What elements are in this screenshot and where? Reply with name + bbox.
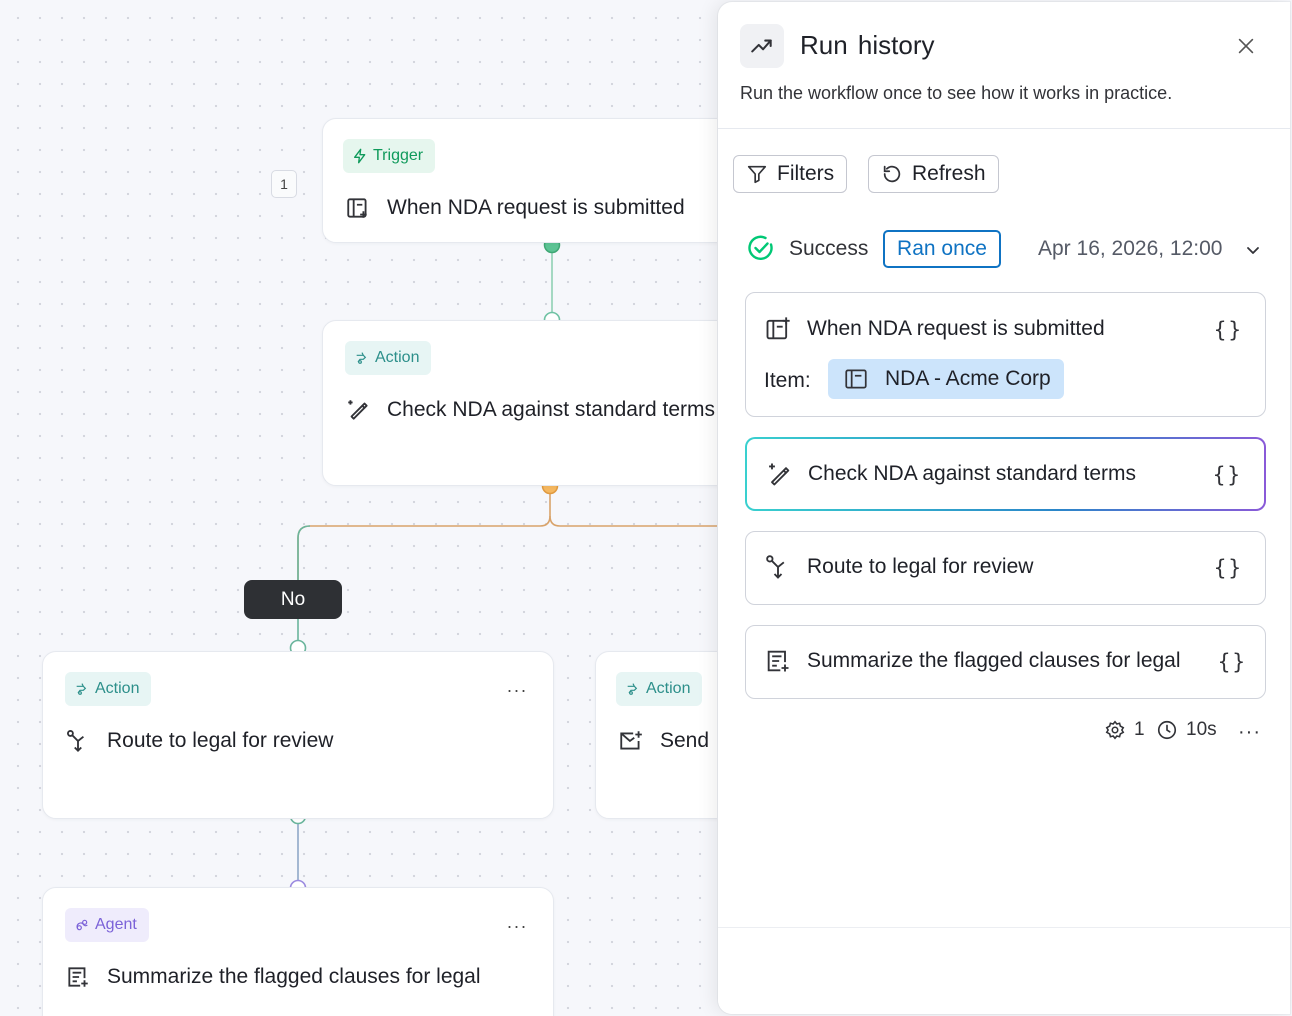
run-credits: 1 [1104, 719, 1145, 741]
panel-description: Run the workflow once to see how it work… [740, 83, 1173, 103]
run-step-card-trigger[interactable]: When NDA request is submitted {} Item: N… [745, 292, 1266, 417]
connector-branch-no-orange [297, 486, 551, 580]
action-icon [627, 683, 638, 695]
magic-pen-icon [769, 463, 790, 486]
check-node-title: Check NDA against standard terms [345, 397, 715, 423]
send-email-icon [620, 731, 642, 750]
refresh-button-label: Refresh [912, 162, 986, 185]
agent-node-menu-button[interactable]: ··· [503, 916, 531, 936]
trigger-node-title-text: When NDA request is submitted [387, 196, 685, 219]
trigger-tag-label: Trigger [373, 147, 424, 164]
filter-icon [747, 165, 767, 184]
magic-pen-icon [348, 400, 368, 420]
run-step-row: Check NDA against standard terms [765, 460, 1136, 488]
run-step-row: Route to legal for review [764, 553, 1033, 581]
filters-button-label: Filters [777, 162, 835, 185]
check-action-tag-label: Action [375, 349, 420, 366]
agent-icon [76, 919, 88, 931]
panel-footer [718, 927, 1290, 1014]
connector-branch-no-green [297, 525, 311, 580]
agent-node-title: Summarize the flagged clauses for legal [65, 964, 481, 990]
agent-tag-label: Agent [95, 916, 137, 933]
send-action-tag-label: Action [646, 680, 691, 697]
view-json-button[interactable]: {} [1214, 556, 1243, 580]
panel-title: Run history [800, 30, 935, 60]
refresh-icon [883, 165, 901, 183]
route-action-tag: Action [65, 672, 152, 706]
run-step-row: Summarize the flagged clauses for legal [764, 647, 1181, 675]
gear-icon [1105, 720, 1125, 740]
run-step-label: When NDA request is submitted [807, 317, 1105, 340]
run-step-label: Check NDA against standard terms [808, 462, 1136, 485]
trigger-tag: Trigger [343, 139, 436, 173]
run-step-card-summarize[interactable]: Summarize the flagged clauses for legal … [745, 625, 1266, 699]
send-action-tag: Action [616, 672, 703, 706]
run-step-label: Route to legal for review [807, 555, 1034, 578]
ran-once-badge: Ran once [883, 230, 1001, 268]
route-action-tag-label: Action [95, 680, 140, 697]
route-legal-node[interactable]: Action ··· Route to legal for review [42, 651, 554, 819]
item-chip[interactable]: NDA - Acme Corp [828, 359, 1064, 399]
run-status: Success [789, 237, 869, 260]
item-chip-label: NDA - Acme Corp [885, 367, 1051, 390]
agent-node-title-text: Summarize the flagged clauses for legal [107, 965, 481, 988]
trigger-board-icon [766, 317, 790, 340]
summarize-icon [68, 967, 88, 987]
success-check-icon [748, 235, 773, 260]
run-history-panel: Run history Run the workflow once to see… [718, 2, 1290, 1014]
run-step-card-check[interactable]: Check NDA against standard terms {} [745, 437, 1266, 511]
clock-icon [1157, 720, 1177, 740]
route-icon [766, 555, 785, 579]
chevron-down-icon[interactable] [1243, 240, 1263, 260]
step-number-badge: 1 [271, 170, 297, 198]
run-step-label: Summarize the flagged clauses for legal [807, 649, 1181, 672]
action-icon [356, 352, 367, 364]
trigger-node[interactable]: Trigger When NDA request is submitted [322, 118, 782, 243]
action-icon [76, 683, 87, 695]
summarize-icon [767, 650, 789, 672]
item-board-icon [845, 369, 867, 389]
run-duration: 10s [1156, 719, 1217, 741]
panel-header-icon-box [740, 24, 784, 68]
view-json-button[interactable]: {} [1214, 318, 1243, 342]
route-node-menu-button[interactable]: ··· [503, 680, 531, 700]
branch-no-label[interactable]: No [244, 580, 342, 619]
trend-icon [751, 39, 772, 53]
close-icon[interactable] [1235, 35, 1257, 57]
panel-divider [718, 128, 1290, 129]
route-node-title: Route to legal for review [65, 728, 333, 754]
check-action-tag: Action [345, 341, 432, 375]
trigger-node-title: When NDA request is submitted [345, 195, 685, 221]
agent-tag: Agent [65, 908, 149, 942]
run-step-row: When NDA request is submitted [764, 315, 1105, 343]
view-json-button[interactable]: {} [1213, 463, 1242, 487]
run-step-card-route[interactable]: Route to legal for review {} [745, 531, 1266, 605]
check-nda-node[interactable]: Action Check NDA against standard terms [322, 320, 782, 486]
connector-branch-yes [549, 515, 720, 527]
run-more-options-button[interactable]: ··· [1238, 721, 1261, 744]
route-icon [67, 730, 84, 753]
duration-value: 10s [1186, 719, 1217, 740]
agent-summarize-node[interactable]: Agent ··· Summarize the flagged clauses … [42, 887, 554, 1016]
refresh-button[interactable]: Refresh [868, 155, 999, 193]
item-label: Item: [764, 369, 811, 392]
credits-value: 1 [1134, 719, 1145, 740]
send-node-title: Send [618, 728, 709, 754]
lightning-icon [354, 148, 366, 164]
close-panel-button[interactable] [1232, 32, 1260, 60]
check-node-title-text: Check NDA against standard terms [387, 398, 715, 421]
filters-button[interactable]: Filters [733, 155, 848, 193]
view-json-button[interactable]: {} [1218, 650, 1247, 674]
trigger-board-icon [347, 198, 367, 218]
run-date: Apr 16, 2026, 12:00 [1038, 237, 1223, 260]
route-node-title-text: Route to legal for review [107, 729, 334, 752]
send-node-title-text: Send [660, 729, 710, 752]
